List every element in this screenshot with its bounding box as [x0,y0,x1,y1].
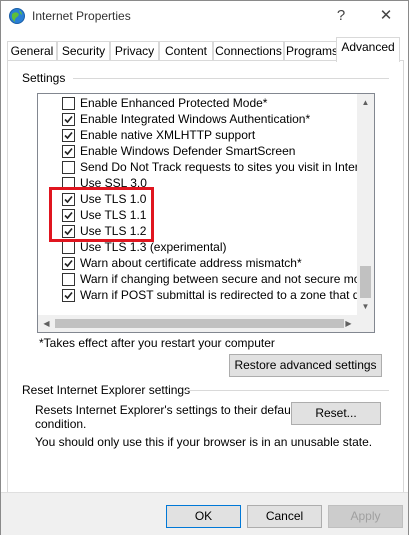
scroll-down-arrow-icon[interactable]: ▼ [357,298,374,315]
scroll-right-arrow-icon[interactable]: ▶ [340,315,357,332]
checkbox-checked-icon[interactable] [62,289,75,302]
checkbox-unchecked-icon[interactable] [62,241,75,254]
setting-row[interactable]: Warn about certificate address mismatch* [38,255,358,271]
tab-security[interactable]: Security [57,41,110,61]
setting-label: Enable Enhanced Protected Mode* [80,96,268,110]
setting-row[interactable]: Enable Integrated Windows Authentication… [38,111,358,127]
ok-button[interactable]: OK [166,505,241,528]
internet-properties-window: Internet Properties ? ✕ General Security… [0,0,409,535]
setting-row[interactable]: Enable Windows Defender SmartScreen [38,143,358,159]
scroll-up-arrow-icon[interactable]: ▲ [357,94,374,111]
tab-strip: General Security Privacy Content Connect… [7,37,402,62]
close-button[interactable]: ✕ [374,5,398,27]
setting-label: Warn if POST submittal is redirected to … [80,288,375,302]
setting-row[interactable]: Enable native XMLHTTP support [38,127,358,143]
setting-label: Enable Integrated Windows Authentication… [80,112,311,126]
reset-group-label: Reset Internet Explorer settings [22,383,191,397]
reset-group-divider [184,390,389,391]
setting-label: Use TLS 1.3 (experimental) [80,240,227,254]
vertical-scroll-thumb[interactable] [360,266,371,298]
help-button[interactable]: ? [329,5,353,27]
checkbox-checked-icon[interactable] [62,113,75,126]
checkbox-checked-icon[interactable] [62,129,75,142]
tab-content[interactable]: Content [159,41,213,61]
setting-label: Enable native XMLHTTP support [80,128,256,142]
setting-label: Warn if changing between secure and not … [80,272,374,286]
internet-globe-icon [8,7,26,25]
horizontal-scrollbar[interactable]: ◀ ▶ [38,315,374,332]
setting-row[interactable]: Warn if POST submittal is redirected to … [38,287,374,303]
settings-group-divider [73,78,389,79]
setting-label: Enable Windows Defender SmartScreen [80,144,296,158]
window-title: Internet Properties [32,9,131,23]
tab-privacy[interactable]: Privacy [110,41,159,61]
settings-group-label: Settings [22,71,66,85]
checkbox-unchecked-icon[interactable] [62,97,75,110]
restore-advanced-settings-button[interactable]: Restore advanced settings [229,354,382,377]
dialog-footer: OK Cancel Apply [1,492,408,535]
scroll-left-arrow-icon[interactable]: ◀ [38,315,55,332]
reset-warning: You should only use this if your browser… [35,435,373,449]
setting-label: Send Do Not Track requests to sites you … [80,160,375,174]
checkbox-unchecked-icon[interactable] [62,161,75,174]
title-bar: Internet Properties ? ✕ [1,1,408,32]
horizontal-scroll-thumb[interactable] [55,319,344,328]
setting-row[interactable]: Warn if changing between secure and not … [38,271,374,287]
cancel-button[interactable]: Cancel [247,505,322,528]
checkbox-unchecked-icon[interactable] [62,273,75,286]
tab-programs[interactable]: Programs [284,41,340,61]
setting-label: Warn about certificate address mismatch* [80,256,302,270]
restart-note: *Takes effect after you restart your com… [39,336,275,350]
reset-button[interactable]: Reset... [291,402,381,425]
tls-highlight-annotation [49,187,154,242]
vertical-scrollbar[interactable]: ▲ ▼ [357,94,374,315]
tab-advanced[interactable]: Advanced [336,37,400,62]
reset-description-line1: Resets Internet Explorer's settings to t… [35,403,297,417]
apply-button[interactable]: Apply [328,505,403,528]
tab-connections[interactable]: Connections [213,41,284,61]
tab-general[interactable]: General [7,41,57,61]
setting-row[interactable]: Send Do Not Track requests to sites you … [38,159,374,175]
reset-description-line2: condition. [35,417,87,431]
setting-row[interactable]: Enable Enhanced Protected Mode* [38,95,358,111]
checkbox-checked-icon[interactable] [62,257,75,270]
checkbox-checked-icon[interactable] [62,145,75,158]
